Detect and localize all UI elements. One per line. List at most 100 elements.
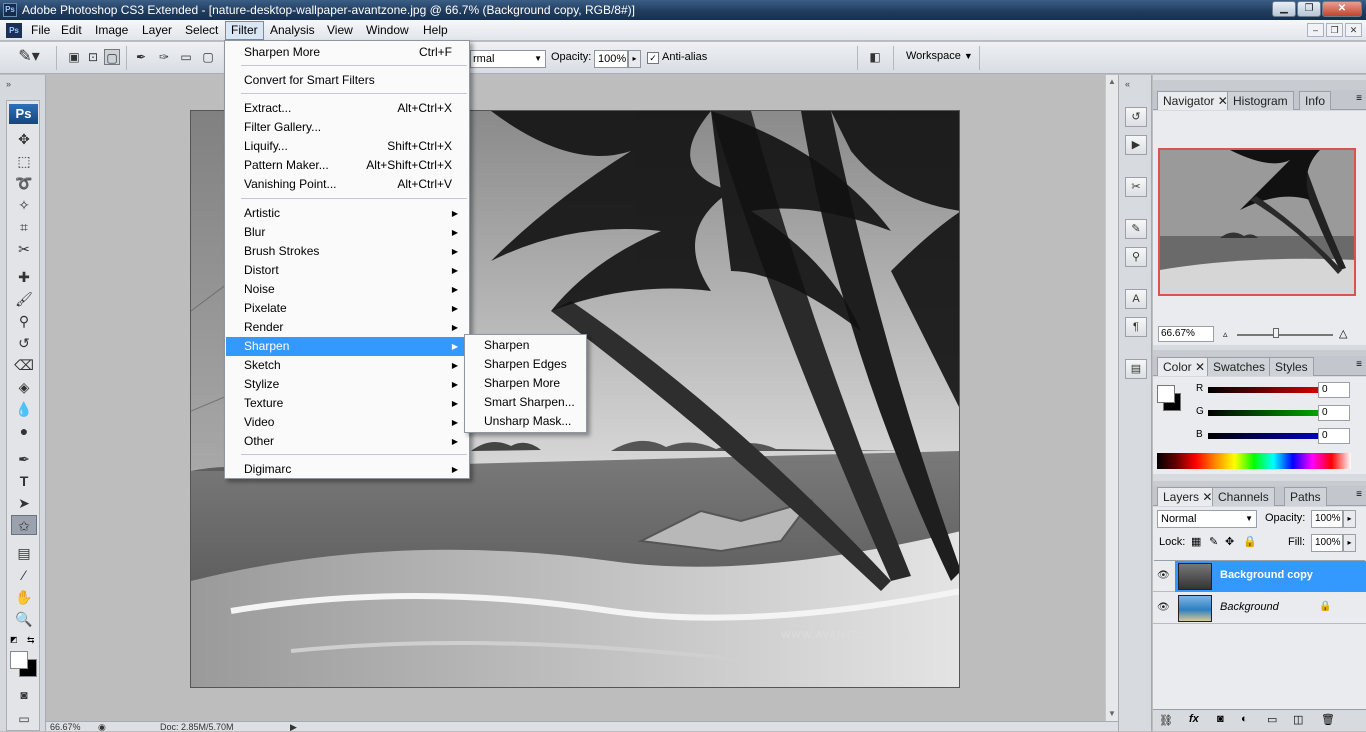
- menu-item-brush-strokes[interactable]: Brush Strokes ▶: [226, 242, 468, 261]
- antialias-checkbox[interactable]: ✓: [647, 52, 659, 64]
- doc-minimize-button[interactable]: –: [1307, 23, 1324, 37]
- clone-stamp-tool[interactable]: ⚲: [11, 311, 37, 331]
- menu-item-distort[interactable]: Distort ▶: [226, 261, 468, 280]
- menu-item-artistic[interactable]: Artistic ▶: [226, 204, 468, 223]
- menu-item-sharpen-more[interactable]: Sharpen More Ctrl+F: [226, 43, 468, 62]
- layer-name[interactable]: Background copy: [1220, 569, 1313, 581]
- color-spectrum-bar[interactable]: [1157, 453, 1351, 469]
- fg-color-chip[interactable]: [1157, 385, 1175, 403]
- menu-item-stylize[interactable]: Stylize ▶: [226, 375, 468, 394]
- menu-item-noise[interactable]: Noise ▶: [226, 280, 468, 299]
- menu-help[interactable]: Help: [418, 22, 453, 39]
- lock-image-icon[interactable]: ✎: [1209, 535, 1218, 548]
- move-tool[interactable]: ✥: [11, 129, 37, 149]
- rectangle-option-icon[interactable]: ▭: [178, 49, 194, 65]
- slice-tool[interactable]: ✂: [11, 239, 37, 259]
- eyedropper-tool[interactable]: ⁄: [11, 565, 37, 585]
- panel-menu-icon[interactable]: ≡: [1356, 489, 1362, 500]
- quick-mask-icon[interactable]: ◙: [11, 685, 37, 705]
- menu-item-pixelate[interactable]: Pixelate ▶: [226, 299, 468, 318]
- shape-layers-icon[interactable]: ▣: [66, 49, 82, 65]
- foreground-color-swatch[interactable]: [10, 651, 28, 669]
- navigator-zoom-input[interactable]: 66.67%: [1158, 326, 1214, 342]
- history-panel-icon[interactable]: ↺: [1125, 107, 1147, 127]
- eye-icon[interactable]: 👁: [1157, 570, 1170, 581]
- r-value-input[interactable]: 0: [1318, 382, 1350, 398]
- photoshop-app-icon[interactable]: Ps: [6, 23, 22, 38]
- minimize-button[interactable]: ▁: [1272, 1, 1296, 17]
- lock-all-icon[interactable]: 🔒: [1243, 535, 1257, 548]
- fill-arrow[interactable]: ▸: [1343, 534, 1356, 552]
- menu-item-vanishing-point[interactable]: Vanishing Point... Alt+Ctrl+V: [226, 175, 468, 194]
- paint-bucket-tool[interactable]: ◈: [11, 377, 37, 397]
- submenu-item-unsharp-mask[interactable]: Unsharp Mask...: [466, 412, 585, 431]
- close-icon[interactable]: ✕: [1202, 490, 1212, 504]
- maximize-button[interactable]: ❐: [1297, 1, 1321, 17]
- tab-styles[interactable]: Styles: [1269, 357, 1314, 376]
- navigator-zoom-thumb[interactable]: [1273, 328, 1279, 338]
- dodge-tool[interactable]: ●: [11, 421, 37, 441]
- character-panel-icon[interactable]: A: [1125, 289, 1147, 309]
- lock-position-icon[interactable]: ✥: [1225, 535, 1234, 548]
- menu-item-extract[interactable]: Extract... Alt+Ctrl+X: [226, 99, 468, 118]
- doc-restore-button[interactable]: ❐: [1326, 23, 1343, 37]
- freeform-pen-option-icon[interactable]: ✑: [156, 49, 172, 65]
- zoom-out-icon[interactable]: ▵: [1223, 329, 1228, 340]
- navigator-zoom-slider[interactable]: [1237, 334, 1333, 336]
- delete-layer-icon[interactable]: 🗑: [1321, 713, 1335, 726]
- crop-tool[interactable]: ⌗: [11, 217, 37, 237]
- close-button[interactable]: ✕: [1322, 1, 1362, 17]
- blur-tool[interactable]: 💧: [11, 399, 37, 419]
- menu-file[interactable]: File: [26, 22, 55, 39]
- screen-mode-icon[interactable]: ▭: [11, 709, 37, 729]
- new-group-icon[interactable]: ▭: [1267, 713, 1277, 726]
- b-value-input[interactable]: 0: [1318, 428, 1350, 444]
- pen-option-icon[interactable]: ✒: [133, 49, 149, 65]
- eye-icon[interactable]: 👁: [1157, 602, 1170, 613]
- marquee-tool[interactable]: ⬚: [11, 151, 37, 171]
- layer-row[interactable]: 👁 Background copy: [1153, 561, 1366, 592]
- pen-tool[interactable]: ✒: [11, 449, 37, 469]
- fill-input[interactable]: 100%: [1311, 534, 1343, 552]
- layer-comps-icon[interactable]: ▤: [1125, 359, 1147, 379]
- lock-transparent-icon[interactable]: ▦: [1191, 535, 1201, 548]
- submenu-item-sharpen[interactable]: Sharpen: [466, 336, 585, 355]
- opacity-input[interactable]: 100%: [594, 50, 628, 68]
- scroll-down-icon[interactable]: ▼: [1108, 709, 1116, 718]
- navigator-thumbnail[interactable]: [1158, 148, 1356, 296]
- submenu-item-smart-sharpen[interactable]: Smart Sharpen...: [466, 393, 585, 412]
- opacity-arrow-button[interactable]: ▸: [628, 50, 641, 68]
- type-tool[interactable]: T: [11, 471, 37, 491]
- menu-edit[interactable]: Edit: [56, 22, 87, 39]
- layer-row[interactable]: 👁 Background 🔒: [1153, 593, 1366, 624]
- menu-window[interactable]: Window: [361, 22, 414, 39]
- layer-name[interactable]: Background: [1220, 601, 1279, 613]
- menu-item-sharpen[interactable]: Sharpen ▶: [226, 337, 468, 356]
- brushes-panel-icon[interactable]: ✎: [1125, 219, 1147, 239]
- path-selection-tool[interactable]: ➤: [11, 493, 37, 513]
- b-slider[interactable]: [1208, 433, 1326, 439]
- tab-paths[interactable]: Paths: [1284, 487, 1327, 506]
- layer-opacity-arrow[interactable]: ▸: [1343, 510, 1356, 528]
- brush-tool[interactable]: 🖌: [11, 289, 37, 309]
- panel-menu-icon[interactable]: ≡: [1356, 359, 1362, 370]
- menu-image[interactable]: Image: [90, 22, 133, 39]
- tab-channels[interactable]: Channels: [1212, 487, 1275, 506]
- menu-item-convert-smart-filters[interactable]: Convert for Smart Filters: [226, 71, 468, 90]
- lasso-tool[interactable]: ➰: [11, 173, 37, 193]
- r-slider[interactable]: [1208, 387, 1326, 393]
- menu-view[interactable]: View: [322, 22, 358, 39]
- scroll-up-icon[interactable]: ▲: [1108, 77, 1116, 86]
- zoom-in-icon[interactable]: △: [1339, 327, 1347, 340]
- magic-wand-tool[interactable]: ✧: [11, 195, 37, 215]
- close-icon[interactable]: ✕: [1195, 360, 1205, 374]
- tab-color[interactable]: Color ✕: [1157, 357, 1212, 376]
- layer-blend-mode-select[interactable]: Normal ▼: [1157, 510, 1257, 528]
- menu-analysis[interactable]: Analysis: [265, 22, 320, 39]
- paragraph-panel-icon[interactable]: ¶: [1125, 317, 1147, 337]
- doc-close-button[interactable]: ✕: [1345, 23, 1362, 37]
- history-brush-tool[interactable]: ↺: [11, 333, 37, 353]
- menu-item-other[interactable]: Other ▶: [226, 432, 468, 451]
- menu-item-texture[interactable]: Texture ▶: [226, 394, 468, 413]
- menu-select[interactable]: Select: [180, 22, 223, 39]
